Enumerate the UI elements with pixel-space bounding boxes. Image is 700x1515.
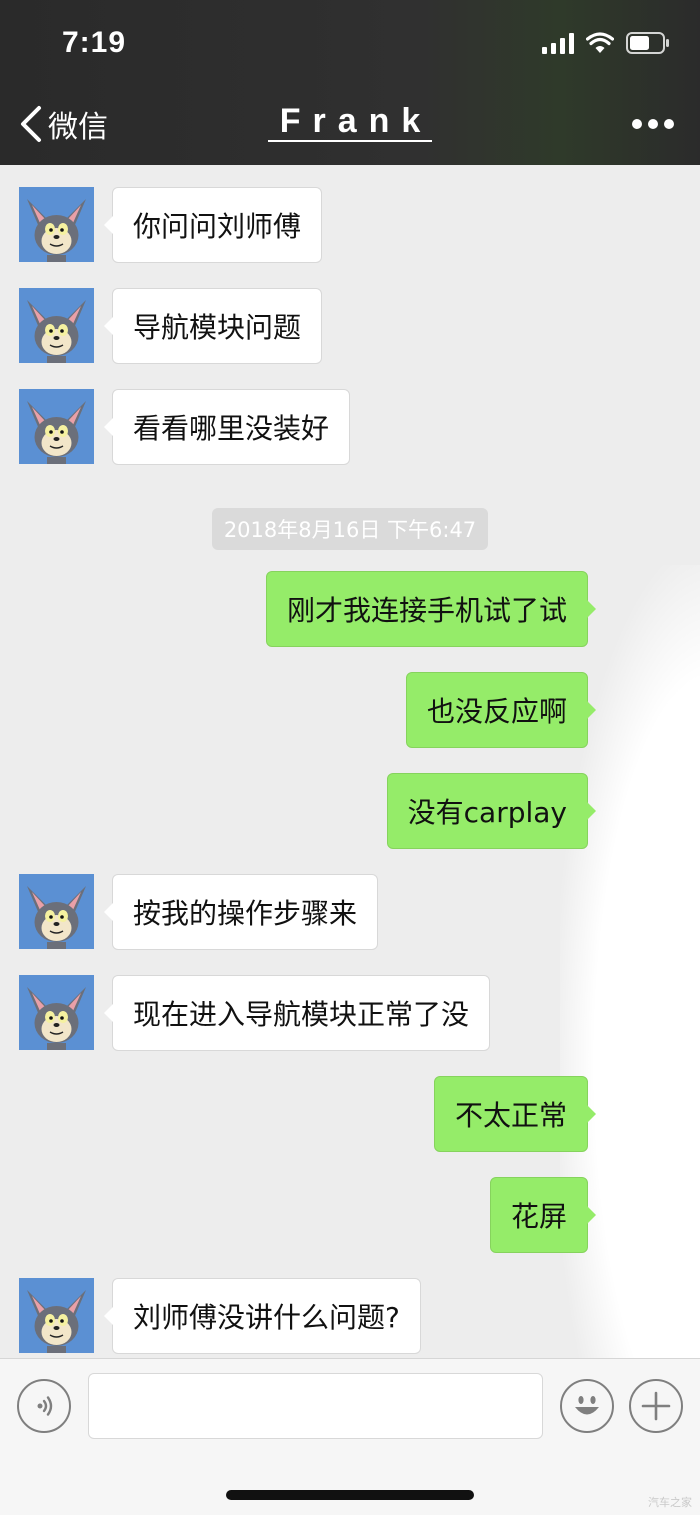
avatar[interactable]: [19, 389, 94, 464]
avatar[interactable]: [19, 874, 94, 949]
message-text: 现在进入导航模块正常了没: [133, 998, 470, 1031]
avatar-image: [19, 874, 94, 949]
avatar-image: [19, 1278, 94, 1353]
timestamp-label: 2018年8月16日 下午6:47: [211, 508, 489, 550]
message-row-incoming: 你问问刘师傅: [0, 187, 700, 263]
message-row-incoming: 刘师傅没讲什么问题?: [0, 1278, 700, 1354]
avatar[interactable]: [19, 187, 94, 262]
voice-button[interactable]: [17, 1379, 71, 1433]
incoming-message-bubble[interactable]: 导航模块问题: [103, 288, 323, 364]
emoji-icon: [575, 1396, 599, 1415]
more-button[interactable]: [632, 114, 674, 134]
message-text: 不太正常: [454, 1099, 567, 1132]
message-text: 也没反应啊: [426, 695, 567, 728]
emoji-button[interactable]: [560, 1379, 614, 1433]
message-text: 刚才我连接手机试了试: [286, 594, 567, 627]
message-text: 导航模块问题: [133, 311, 302, 344]
more-dots-icon: [648, 119, 658, 129]
message-row-outgoing: 不太正常: [0, 1076, 700, 1152]
message-text: 刘师傅没讲什么问题?: [133, 1301, 400, 1334]
message-row-outgoing: 也没反应啊: [0, 672, 700, 748]
message-row-outgoing: 没有carplay: [0, 773, 700, 849]
avatar[interactable]: [19, 1278, 94, 1353]
incoming-message-bubble[interactable]: 你问问刘师傅: [103, 187, 323, 263]
plus-icon: [641, 1391, 671, 1421]
avatar-image: [19, 389, 94, 464]
avatar[interactable]: [19, 975, 94, 1050]
plus-button[interactable]: [629, 1379, 683, 1433]
more-dots-icon: [664, 119, 674, 129]
message-input[interactable]: [88, 1373, 543, 1439]
message-text: 按我的操作步骤来: [133, 897, 358, 930]
outgoing-message-bubble[interactable]: 没有carplay: [386, 773, 597, 849]
message-row-outgoing: 刚才我连接手机试了试: [0, 571, 700, 647]
outgoing-message-bubble[interactable]: 不太正常: [433, 1076, 597, 1152]
message-row-outgoing: 花屏: [0, 1177, 700, 1253]
header: 7:19 微信 Frank: [0, 0, 700, 165]
avatar[interactable]: [19, 288, 94, 363]
chat-area[interactable]: 你问问刘师傅 导航模块问题 看看哪里没装好刚才我连接手机试了试也没反应啊没有carp…: [0, 165, 700, 1358]
battery-icon: [626, 32, 669, 54]
more-dots-icon: [632, 119, 642, 129]
outgoing-message-bubble[interactable]: 花屏: [489, 1177, 597, 1253]
message-text: 没有carplay: [407, 796, 567, 829]
wifi-icon: [586, 32, 614, 53]
message-text: 你问问刘师傅: [133, 210, 302, 243]
message-text: 花屏: [510, 1200, 567, 1233]
avatar-image: [19, 975, 94, 1050]
nav-bar: 微信 Frank: [0, 88, 700, 165]
message-row-incoming: 现在进入导航模块正常了没: [0, 975, 700, 1051]
status-icons: [542, 30, 670, 56]
message-row-incoming: 导航模块问题: [0, 288, 700, 364]
message-row-incoming: 按我的操作步骤来: [0, 874, 700, 950]
incoming-message-bubble[interactable]: 现在进入导航模块正常了没: [103, 975, 491, 1051]
signal-icon: [542, 33, 574, 54]
watermark: 汽车之家: [648, 1496, 692, 1509]
message-text: 看看哪里没装好: [133, 412, 330, 445]
outgoing-message-bubble[interactable]: 刚才我连接手机试了试: [265, 571, 597, 647]
avatar-image: [19, 288, 94, 363]
status-bar: 7:19: [0, 0, 700, 88]
message-row-incoming: 看看哪里没装好: [0, 389, 700, 465]
status-time: 7:19: [62, 26, 127, 59]
incoming-message-bubble[interactable]: 刘师傅没讲什么问题?: [104, 1278, 421, 1354]
timestamp: 2018年8月16日 下午6:47: [0, 508, 700, 550]
voice-icon: [37, 1396, 53, 1416]
outgoing-message-bubble[interactable]: 也没反应啊: [405, 672, 597, 748]
incoming-message-bubble[interactable]: 按我的操作步骤来: [103, 874, 379, 950]
incoming-message-bubble[interactable]: 看看哪里没装好: [103, 389, 351, 465]
chat-title: Frank: [0, 102, 700, 142]
chat-title-text: Frank: [267, 102, 433, 142]
avatar-image: [19, 187, 94, 262]
home-indicator: [226, 1490, 474, 1500]
